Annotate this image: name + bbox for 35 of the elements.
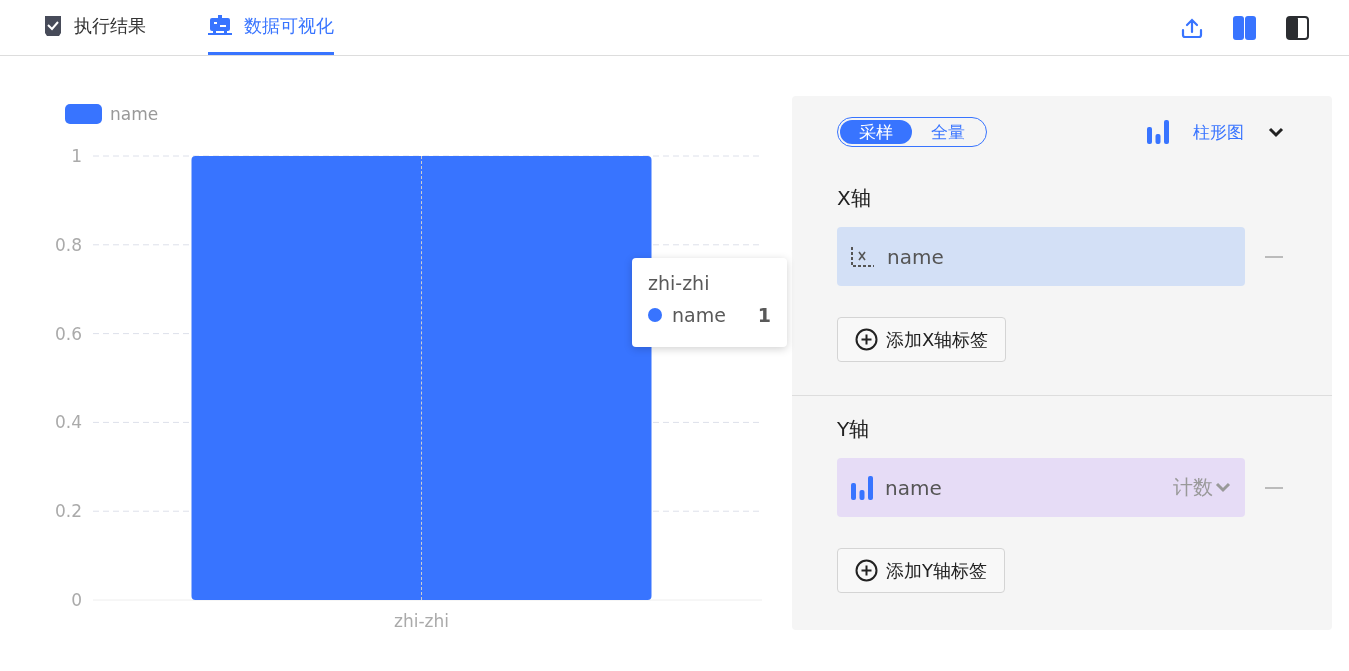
legend-label: name xyxy=(110,104,159,124)
axis-tick-label: 0.4 xyxy=(54,412,82,433)
axis-tick-label: 1 xyxy=(71,146,82,166)
x-axis-icon xyxy=(851,245,875,268)
mode-option[interactable]: 采样 xyxy=(840,120,912,144)
plus-circle-icon xyxy=(855,559,878,582)
axis-tick-label: 0.6 xyxy=(54,323,82,344)
x-axis-field[interactable]: name xyxy=(837,227,1245,286)
chart-type-label[interactable]: 柱形图 xyxy=(1193,120,1244,144)
add-x-axis-button[interactable]: 添加X轴标签 xyxy=(837,317,1007,362)
checkbox-icon xyxy=(44,16,62,36)
mode-option[interactable]: 全量 xyxy=(912,120,984,144)
y-axis-field[interactable]: name 计数 xyxy=(837,458,1245,517)
axis-tick-label: 0 xyxy=(71,590,82,610)
upload-icon[interactable] xyxy=(1181,16,1203,39)
tooltip-value: 1 xyxy=(757,304,771,326)
tooltip-series-name: name xyxy=(672,304,726,326)
bar-chart-icon xyxy=(851,475,873,500)
add-y-axis-button[interactable]: 添加Y轴标签 xyxy=(837,548,1005,593)
plus-circle-icon xyxy=(855,328,878,351)
axis-title: Y轴 xyxy=(837,416,871,443)
chevron-down-icon[interactable] xyxy=(1268,126,1284,138)
chevron-down-icon xyxy=(1215,482,1231,493)
tab[interactable]: 执行结果 xyxy=(44,0,146,55)
axis-title: X轴 xyxy=(837,185,872,212)
legend-item[interactable]: name xyxy=(65,104,159,124)
tab[interactable]: 数据可视化 xyxy=(208,0,334,55)
tooltip-title: zhi-zhi xyxy=(648,272,711,294)
sidebar-icon[interactable] xyxy=(1286,15,1309,40)
robot-icon xyxy=(208,15,232,37)
axis-tick-label: 0.2 xyxy=(54,501,82,522)
bar-chart-icon xyxy=(1147,120,1169,144)
split-view-icon[interactable] xyxy=(1233,15,1256,40)
axis-category-label: zhi-zhi xyxy=(394,611,449,631)
axis-tick-label: 0.8 xyxy=(54,234,82,255)
